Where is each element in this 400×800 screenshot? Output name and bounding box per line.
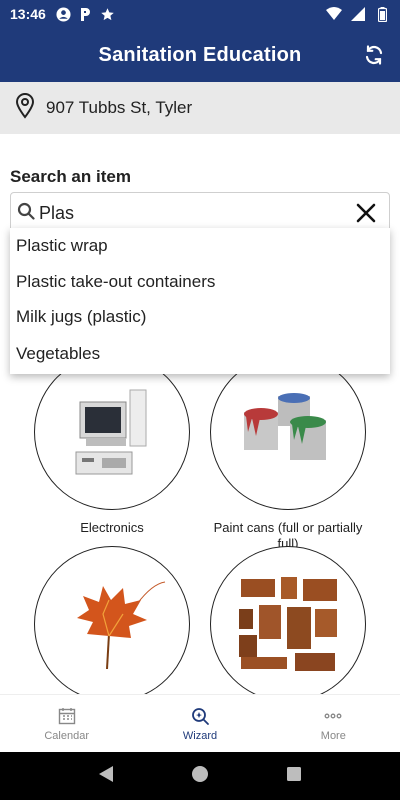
category-circle xyxy=(34,354,190,510)
status-time: 13:46 xyxy=(10,6,46,22)
category-circle xyxy=(210,354,366,510)
suggestion-item[interactable]: Milk jugs (plastic) xyxy=(10,299,390,334)
address-text: 907 Tubbs St, Tyler xyxy=(46,98,193,117)
android-nav-bar xyxy=(0,752,400,800)
wizard-search-icon xyxy=(192,707,209,725)
more-dots-icon xyxy=(324,713,342,718)
furniture-image xyxy=(239,577,337,671)
suggestion-dropdown: Plastic wrap Plastic take-out containers… xyxy=(10,228,390,374)
nav-label: Wizard xyxy=(182,729,218,742)
search-label: Search an item xyxy=(10,167,131,186)
computer-image xyxy=(75,389,147,475)
category-circle xyxy=(210,546,366,694)
nav-calendar[interactable]: Calendar xyxy=(0,695,133,752)
suggestion-item[interactable]: Vegetables xyxy=(10,334,390,374)
parking-icon xyxy=(78,6,94,22)
address-bar[interactable]: 907 Tubbs St, Tyler xyxy=(0,82,400,134)
account-circle-icon xyxy=(56,6,72,22)
paint-cans-image xyxy=(244,393,326,460)
refresh-icon[interactable] xyxy=(362,43,386,67)
search-input[interactable] xyxy=(39,202,339,224)
bottom-nav: Calendar Wizard More xyxy=(0,694,400,752)
close-icon[interactable] xyxy=(355,202,377,224)
nav-wizard[interactable]: Wizard xyxy=(133,695,266,752)
signal-icon xyxy=(350,6,366,22)
category-tile-furniture[interactable] xyxy=(210,546,366,694)
app-title: Sanitation Education xyxy=(98,43,302,66)
search-icon xyxy=(17,202,35,225)
nav-label: More xyxy=(320,729,346,742)
wifi-icon xyxy=(326,6,342,22)
back-icon[interactable] xyxy=(98,765,114,788)
suggestion-item[interactable]: Plastic take-out containers xyxy=(10,264,390,299)
nav-label: Calendar xyxy=(44,729,89,742)
location-pin-icon xyxy=(14,92,36,124)
recents-icon[interactable] xyxy=(286,766,302,787)
suggestion-item[interactable]: Plastic wrap xyxy=(10,228,390,264)
calendar-icon xyxy=(58,707,75,724)
category-circle xyxy=(34,546,190,694)
app-bar: Sanitation Education xyxy=(0,28,400,82)
category-label: Electronics xyxy=(80,520,144,535)
star-icon xyxy=(100,6,116,22)
autumn-leaf-image xyxy=(77,581,166,670)
category-tile-leaf[interactable] xyxy=(34,546,190,694)
category-tile-electronics[interactable]: Electronics xyxy=(34,354,190,536)
home-icon[interactable] xyxy=(190,764,210,789)
category-tile-paint-cans[interactable]: Paint cans (full or partially full) xyxy=(210,354,366,552)
nav-more[interactable]: More xyxy=(267,695,400,752)
status-bar: 13:46 xyxy=(0,0,400,28)
battery-icon xyxy=(374,6,390,22)
